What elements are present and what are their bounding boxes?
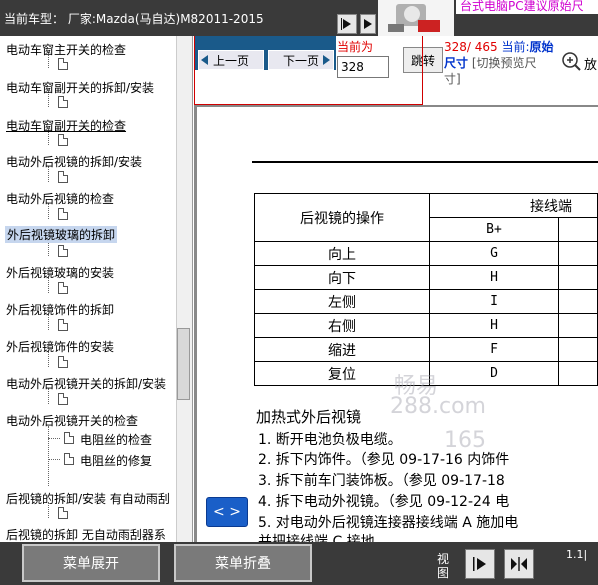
document-icon xyxy=(58,356,68,368)
table-header-op: 后视镜的操作 xyxy=(254,193,430,242)
procedure-step: 5. 对电动外后视镜连接器接线端 A 施加电 xyxy=(258,515,519,531)
tree-connector xyxy=(48,426,49,486)
sidebar-item[interactable]: 后视镜的拆卸/安装 有自动雨刮 xyxy=(6,490,170,507)
ad-banner[interactable]: 台式电脑PC建议原始尺 xyxy=(456,0,598,14)
sidebar-item[interactable]: 电阻丝的检查 xyxy=(80,431,152,448)
watermark-text: 288.com xyxy=(390,394,486,419)
page-top-border xyxy=(194,105,598,107)
sidebar-item[interactable]: 电动车窗副开关的拆卸/安装 xyxy=(6,79,154,96)
toggle-hint-cont: 寸] xyxy=(444,72,461,86)
procedure-step: 1. 断开电池负极电缆。 xyxy=(258,432,402,448)
document-icon xyxy=(58,319,68,331)
table-header-bplus: B+ xyxy=(428,217,559,242)
document-icon xyxy=(58,208,68,220)
document-icon xyxy=(58,134,68,146)
sidebar-item[interactable]: 电阻丝的修复 xyxy=(80,452,152,469)
menu-collapse-button[interactable]: 菜单折叠 xyxy=(174,544,312,582)
sidebar-scrollbar[interactable] xyxy=(176,36,192,542)
current-page-label: 当前为 xyxy=(337,40,374,54)
document-icon xyxy=(58,393,68,405)
top-bar: 当前车型： 厂家:Mazda(马自达)M82011-2015 台式电脑PC建议原… xyxy=(0,0,598,36)
tree-connector xyxy=(48,459,60,460)
arrow-right-icon xyxy=(323,55,330,65)
toggle-preview-size-link[interactable]: [切换预览尺 xyxy=(472,56,537,70)
arrow-right-icon xyxy=(473,557,486,571)
procedure-step: 3. 拆下前车门装饰板。（参见 09-17-18 xyxy=(258,473,505,489)
table-row: 右侧 H xyxy=(254,313,598,338)
arrow-right-icon xyxy=(341,18,351,30)
sidebar-item[interactable]: 电动外后视镜开关的拆卸/安装 xyxy=(6,375,166,392)
version-text: 1.1| xyxy=(566,548,588,561)
menu-expand-button[interactable]: 菜单展开 xyxy=(22,544,160,582)
document-icon xyxy=(58,507,68,519)
arrow-right-icon xyxy=(364,19,372,29)
zoom-label[interactable]: 放 xyxy=(584,54,597,73)
table-row: 向下 H xyxy=(254,265,598,290)
procedure-step: 4. 拆下电动外视镜。（参见 09-12-24 电 xyxy=(258,494,510,510)
document-icon xyxy=(58,171,68,183)
mascot-logo-icon xyxy=(378,0,454,36)
procedure-step: 2. 拆下内饰件。（参见 09-17-16 内饰件 xyxy=(258,452,510,468)
next-page-button[interactable]: 下一页 xyxy=(268,50,334,70)
table-row: 复位 D xyxy=(254,361,598,386)
document-rule xyxy=(252,161,598,163)
page-info: 328/ 465 当前:原始 xyxy=(444,40,554,54)
prev-next-float-button[interactable]: < > xyxy=(206,497,248,527)
arrow-button[interactable] xyxy=(360,14,376,34)
split-arrows-icon xyxy=(511,557,527,571)
pager-panel: 上一页 下一页 xyxy=(194,36,336,70)
page-size-info: 尺寸 [切换预览尺 xyxy=(444,56,537,70)
sidebar-item[interactable]: 电动车窗主开关的检查 xyxy=(6,41,126,58)
document-viewer: 上一页 下一页 当前为 跳转 328/ 465 当前:原始 尺寸 [切换预览尺 … xyxy=(194,36,598,542)
jump-button[interactable]: 跳转 xyxy=(403,47,443,73)
table-row: 缩进 F xyxy=(254,337,598,362)
sidebar-tree: 电动车窗主开关的检查 电动车窗副开关的拆卸/安装 电动车窗副开关的检查 电动外后… xyxy=(0,36,193,542)
sidebar-item[interactable]: 电动外后视镜的检查 xyxy=(6,190,114,207)
sidebar-item[interactable]: 电动外后视镜开关的检查 xyxy=(6,412,138,429)
document-icon xyxy=(58,245,68,257)
table-header-terminal: 接线端 xyxy=(428,193,598,218)
document-icon xyxy=(64,453,74,465)
document-icon xyxy=(58,96,68,108)
terminal-table: 后视镜的操作 接线端 B+ 向上 G 向下 H 左侧 I 右侧 H 缩进 F 复… xyxy=(254,193,598,386)
sidebar-item[interactable]: 后视镜的拆卸 无自动雨刮器系 xyxy=(6,526,166,542)
document-icon xyxy=(64,432,74,444)
sidebar-item[interactable]: 电动车窗副开关的检查 xyxy=(6,117,126,134)
table-row: 左侧 I xyxy=(254,289,598,314)
prev-page-button[interactable]: 上一页 xyxy=(198,50,264,70)
sidebar-scroll-thumb[interactable] xyxy=(177,328,190,400)
view-label: 视图 xyxy=(437,552,450,580)
view-single-button[interactable] xyxy=(465,549,495,579)
document-icon xyxy=(58,282,68,294)
vehicle-title: 当前车型： 厂家:Mazda(马自达)M82011-2015 xyxy=(4,12,264,26)
bottom-toolbar: 菜单展开 菜单折叠 视图 1.1| xyxy=(0,542,598,585)
sidebar-item[interactable]: 外后视镜玻璃的安装 xyxy=(6,264,114,281)
tree-connector xyxy=(48,438,60,439)
sidebar-item[interactable]: 电动外后视镜的拆卸/安装 xyxy=(6,153,142,170)
section-title: 加热式外后视镜 xyxy=(256,408,362,426)
sidebar-item[interactable]: 外后视镜饰件的拆卸 xyxy=(6,301,114,318)
arrow-left-icon xyxy=(201,55,208,65)
procedure-step: 并把接线端 C 接地。 xyxy=(258,534,389,542)
page-left-border xyxy=(194,107,197,542)
page-number-input[interactable] xyxy=(337,56,389,78)
view-split-button[interactable] xyxy=(504,549,534,579)
zoom-icon[interactable] xyxy=(560,50,582,72)
sidebar-item-selected[interactable]: 外后视镜玻璃的拆卸 xyxy=(5,226,118,243)
table-row: 向上 G xyxy=(254,241,598,266)
document-icon xyxy=(58,58,68,70)
sidebar-item[interactable]: 外后视镜饰件的安装 xyxy=(6,338,114,355)
expand-right-button[interactable] xyxy=(337,14,357,34)
